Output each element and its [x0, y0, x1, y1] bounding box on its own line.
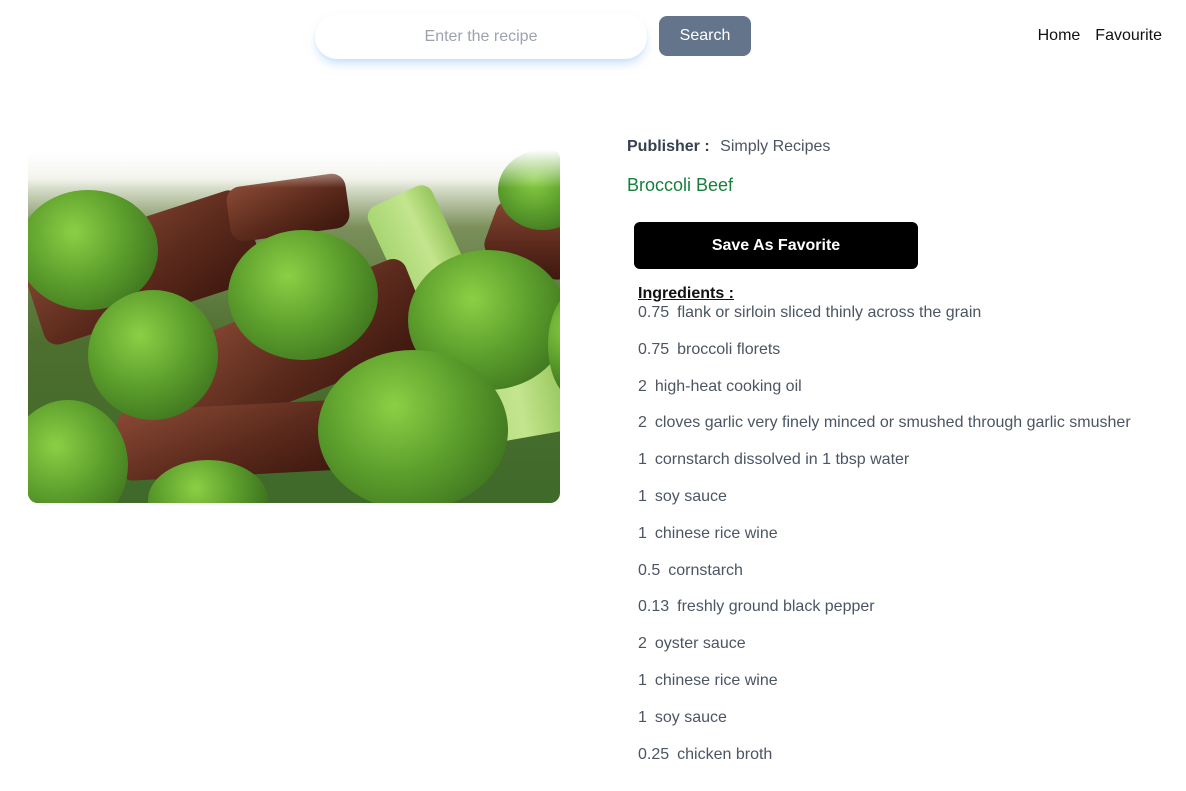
ingredient-quantity: 1: [638, 487, 647, 505]
ingredient-text: soy sauce: [654, 708, 727, 726]
ingredient-text: high-heat cooking oil: [654, 377, 802, 395]
ingredient-item: 2 oyster sauce: [638, 635, 1177, 672]
ingredient-quantity: 1: [638, 671, 647, 689]
publisher: Publisher : Simply Recipes: [627, 137, 1177, 157]
ingredient-quantity: 0.25: [638, 745, 670, 763]
ingredient-text: chicken broth: [677, 745, 773, 763]
ingredient-quantity: 1: [638, 708, 647, 726]
ingredient-text: flank or sirloin sliced thinly across th…: [677, 304, 982, 321]
ingredient-quantity: 1: [638, 524, 647, 542]
publisher-label: Publisher :: [627, 138, 710, 155]
ingredient-item: 0.75 flank or sirloin sliced thinly acros…: [638, 304, 1177, 341]
ingredient-quantity: 0.75: [638, 304, 670, 321]
ingredient-quantity: 0.13: [638, 598, 670, 616]
nav-link-favourite[interactable]: Favourite: [1095, 27, 1162, 45]
recipe-image: [28, 150, 560, 503]
ingredient-text: chinese rice wine: [654, 524, 778, 542]
ingredients-heading: Ingredients :: [638, 285, 735, 302]
ingredient-item: 1 cornstarch dissolved in 1 tbsp water: [638, 451, 1177, 488]
ingredient-quantity: 2: [638, 377, 647, 395]
ingredient-item: 1 soy sauce: [638, 709, 1177, 746]
ingredient-item: 2 cloves garlic very finely minced or smu…: [638, 414, 1177, 451]
search-input[interactable]: [315, 14, 647, 59]
ingredient-text: freshly ground black pepper: [677, 598, 875, 616]
search-box: [315, 14, 647, 59]
ingredient-item: 1 chinese rice wine: [638, 672, 1177, 709]
ingredient-text: broccoli florets: [677, 340, 781, 358]
ingredient-item: 0.5 cornstarch: [638, 562, 1177, 599]
ingredient-quantity: 1: [638, 451, 647, 469]
ingredient-text: chinese rice wine: [654, 671, 778, 689]
top-nav: Home Favourite: [1038, 27, 1162, 45]
recipe-details: Publisher : Simply Recipes Broccoli Beef…: [627, 137, 1177, 782]
ingredients-list: 0.75 flank or sirloin sliced thinly acros…: [627, 304, 1177, 782]
ingredient-text: soy sauce: [654, 487, 727, 505]
ingredient-text: cornstarch dissolved in 1 tbsp water: [654, 451, 910, 469]
ingredient-item: 2 high-heat cooking oil: [638, 378, 1177, 415]
recipe-page: Search Home Favourite Publisher : Simply…: [0, 0, 1186, 791]
ingredient-text: oyster sauce: [654, 635, 746, 653]
save-favorite-button[interactable]: Save As Favorite: [634, 222, 918, 269]
ingredient-item: 0.13 freshly ground black pepper: [638, 598, 1177, 635]
publisher-name: Simply Recipes: [720, 138, 831, 155]
ingredient-item: 0.75 broccoli florets: [638, 341, 1177, 378]
ingredient-quantity: 2: [638, 414, 647, 432]
ingredient-quantity: 0.75: [638, 340, 670, 358]
ingredient-item: 1 chinese rice wine: [638, 525, 1177, 562]
recipe-title: Broccoli Beef: [627, 175, 734, 195]
ingredient-item: 0.25 chicken broth: [638, 746, 1177, 783]
ingredient-item: 1 soy sauce: [638, 488, 1177, 525]
ingredient-text: cloves garlic very finely minced or smus…: [654, 414, 1131, 432]
ingredient-quantity: 0.5: [638, 561, 661, 579]
ingredient-quantity: 2: [638, 635, 647, 653]
search-button[interactable]: Search: [659, 16, 751, 56]
nav-link-home[interactable]: Home: [1038, 27, 1081, 45]
ingredient-text: cornstarch: [668, 561, 743, 579]
